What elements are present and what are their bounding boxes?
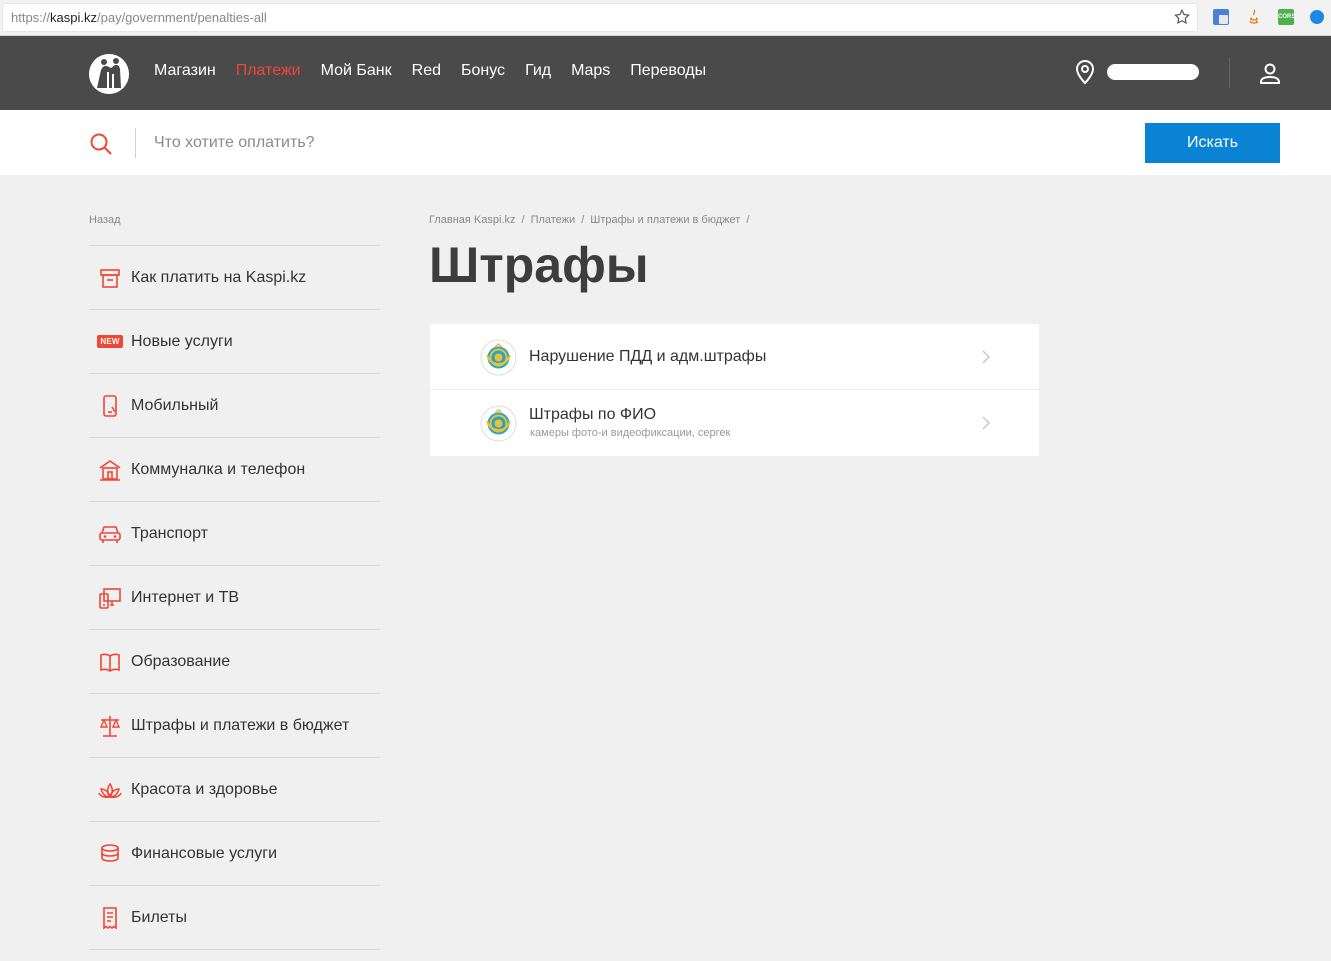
mobile-icon: [89, 392, 131, 420]
url-text: https://kaspi.kz/pay/government/penaltie…: [11, 10, 267, 25]
category-sidebar: Как платить на Kaspi.kz NEW Новые услуги Мо…: [89, 245, 380, 950]
nav-link-5[interactable]: Гид: [525, 62, 551, 80]
nav-link-4[interactable]: Бонус: [461, 62, 505, 80]
main-navigation: Магазин Платежи Мой Банк Red Бонус Гид Maps Пер…: [0, 36, 1331, 110]
sidebar-item-label: Как платить на Kaspi.kz: [131, 268, 307, 286]
google-translate-icon[interactable]: [1213, 9, 1229, 25]
lotus-icon: [89, 776, 131, 804]
scales-icon: [89, 712, 131, 740]
register-icon: [89, 264, 131, 292]
sidebar-item-label: Транспорт: [131, 524, 208, 542]
service-list: Нарушение ПДД и адм.штрафы Штрафы по ФИО к…: [430, 324, 1039, 456]
cors-icon[interactable]: CORS: [1278, 9, 1295, 25]
search-icon: [90, 133, 112, 155]
breadcrumb-separator: /: [746, 214, 750, 226]
sidebar-item-label: Образование: [131, 652, 231, 670]
sidebar-item-label: Штрафы и платежи в бюджет: [131, 716, 350, 734]
book-icon: [89, 648, 131, 676]
sidebar-item-label: Финансовые услуги: [131, 844, 278, 862]
bookmark-star-icon[interactable]: [1173, 8, 1191, 26]
nav-links: Магазин Платежи Мой Банк Red Бонус Гид Maps Пер…: [154, 62, 726, 80]
logo-figures-icon: [89, 54, 129, 94]
nav-link-3[interactable]: Red: [412, 62, 441, 80]
breadcrumb-separator: /: [581, 214, 585, 226]
nav-link-1[interactable]: Платежи: [236, 62, 301, 80]
search-button[interactable]: Искать: [1145, 123, 1280, 163]
sidebar-item-label: Коммуналка и телефон: [131, 460, 306, 478]
sidebar-item-10[interactable]: Билеты: [89, 886, 380, 950]
user-icon[interactable]: [1258, 61, 1282, 85]
sidebar-item-8[interactable]: Красота и здоровье: [89, 758, 380, 822]
service-item-0[interactable]: Нарушение ПДД и адм.штрафы: [430, 324, 1039, 390]
search-bar: Искать: [0, 110, 1331, 175]
sidebar-item-5[interactable]: Интернет и ТВ: [89, 566, 380, 630]
address-bar[interactable]: https://kaspi.kz/pay/government/penaltie…: [2, 3, 1198, 32]
chevron-right-icon: [980, 348, 992, 366]
nav-link-0[interactable]: Магазин: [154, 62, 216, 80]
service-item-1[interactable]: Штрафы по ФИО камеры фото-и видеофиксации…: [430, 390, 1039, 456]
sidebar-item-label: Интернет и ТВ: [131, 588, 240, 606]
search-separator: [135, 128, 136, 158]
sidebar-item-6[interactable]: Образование: [89, 630, 380, 694]
check-icon[interactable]: [1310, 10, 1324, 24]
sidebar-item-0[interactable]: Как платить на Kaspi.kz: [89, 246, 380, 310]
sidebar-item-label: Новые услуги: [131, 332, 233, 350]
nav-link-7[interactable]: Переводы: [630, 62, 706, 80]
house-icon: [89, 456, 131, 484]
nav-link-2[interactable]: Мой Банк: [321, 62, 392, 80]
kazakhstan-emblem-icon: [480, 405, 517, 442]
breadcrumb: Главная Kaspi.kz / Платежи / Штрафы и платеж…: [429, 214, 755, 226]
service-title: Нарушение ПДД и адм.штрафы: [529, 348, 767, 365]
back-link[interactable]: Назад: [89, 214, 121, 226]
location-pin-icon[interactable]: [1074, 59, 1096, 85]
sidebar-item-3[interactable]: Коммуналка и телефон: [89, 438, 380, 502]
kaspi-logo[interactable]: [89, 54, 129, 94]
page-title: Штрафы: [429, 237, 649, 293]
breadcrumb-item-0[interactable]: Главная Kaspi.kz: [429, 214, 516, 226]
sidebar-item-1[interactable]: NEW Новые услуги: [89, 310, 380, 374]
nav-link-6[interactable]: Maps: [571, 62, 610, 80]
sidebar-item-label: Мобильный: [131, 396, 219, 414]
breadcrumb-item-2[interactable]: Штрафы и платежи в бюджет: [590, 214, 740, 226]
coins-icon: [89, 840, 131, 868]
new-badge: NEW: [89, 328, 131, 356]
ticket-icon: [89, 904, 131, 932]
sidebar-item-label: Красота и здоровье: [131, 780, 278, 798]
kazakhstan-emblem-icon: [480, 339, 517, 376]
service-title: Штрафы по ФИО: [529, 406, 657, 423]
java-icon[interactable]: [1246, 9, 1262, 25]
chevron-right-icon: [980, 414, 992, 432]
breadcrumb-separator: /: [521, 214, 525, 226]
browser-toolbar: https://kaspi.kz/pay/government/penaltie…: [0, 0, 1331, 36]
nav-divider: [1229, 58, 1230, 88]
sidebar-item-4[interactable]: Транспорт: [89, 502, 380, 566]
sidebar-item-7[interactable]: Штрафы и платежи в бюджет: [89, 694, 380, 758]
service-subtitle: камеры фото-и видеофиксации, сергек: [530, 427, 731, 439]
search-input[interactable]: [154, 130, 1054, 156]
sidebar-item-label: Билеты: [131, 908, 187, 926]
sidebar-item-9[interactable]: Финансовые услуги: [89, 822, 380, 886]
car-icon: [89, 520, 131, 548]
new-badge: NEW: [97, 335, 123, 348]
sidebar-item-2[interactable]: Мобильный: [89, 374, 380, 438]
breadcrumb-item-1[interactable]: Платежи: [531, 214, 576, 226]
internet-tv-icon: [89, 584, 131, 612]
city-name-redacted[interactable]: [1107, 64, 1199, 80]
